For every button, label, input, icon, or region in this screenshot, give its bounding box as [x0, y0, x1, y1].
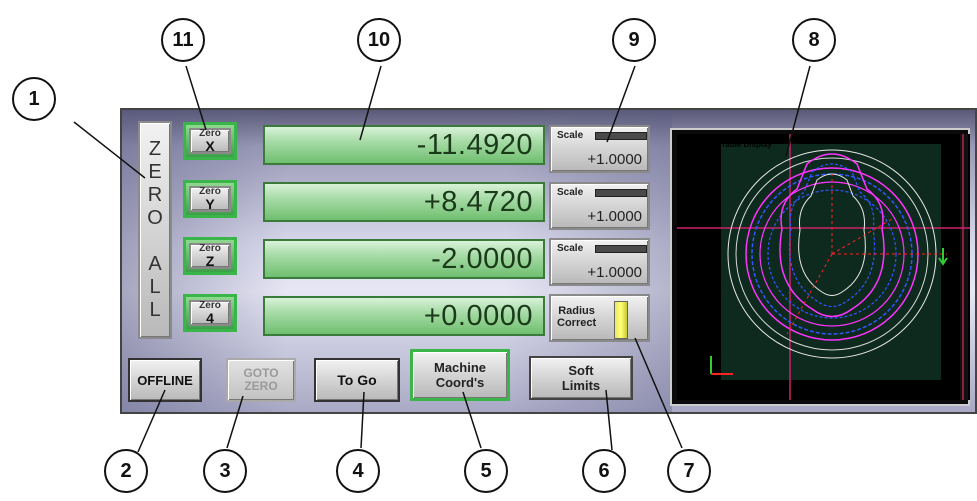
callout-10: 10 — [357, 18, 401, 62]
callout-9: 9 — [612, 18, 656, 62]
callout-7-text: 7 — [683, 459, 695, 482]
leader-3 — [226, 395, 244, 449]
leader-1 — [73, 121, 146, 179]
callout-4-text: 4 — [352, 459, 364, 482]
leader-6 — [605, 389, 613, 451]
leader-8 — [785, 65, 811, 157]
callout-8: 8 — [792, 18, 836, 62]
callout-6-text: 6 — [598, 459, 610, 482]
callout-7: 7 — [667, 449, 711, 493]
callout-4: 4 — [336, 449, 380, 493]
callout-11-text: 11 — [172, 28, 194, 51]
callout-5: 5 — [464, 449, 508, 493]
callout-3-text: 3 — [219, 459, 231, 482]
leader-9 — [606, 65, 636, 143]
leader-7 — [634, 337, 683, 449]
leader-11 — [185, 65, 207, 131]
callout-6: 6 — [582, 449, 626, 493]
callout-5-text: 5 — [480, 459, 492, 482]
callout-1: 1 — [12, 77, 56, 121]
callout-2: 2 — [104, 449, 148, 493]
leader-4 — [360, 391, 365, 449]
callout-8-text: 8 — [808, 28, 820, 51]
callout-9-text: 9 — [628, 28, 640, 51]
callout-leaders — [73, 65, 811, 453]
callout-1-text: 1 — [28, 87, 40, 110]
callout-10-text: 10 — [367, 28, 391, 51]
callout-11: 11 — [161, 18, 205, 62]
leader-10 — [359, 65, 382, 141]
leader-5 — [462, 391, 482, 449]
callout-2-text: 2 — [120, 459, 132, 482]
leader-2 — [137, 389, 166, 453]
callout-3: 3 — [203, 449, 247, 493]
